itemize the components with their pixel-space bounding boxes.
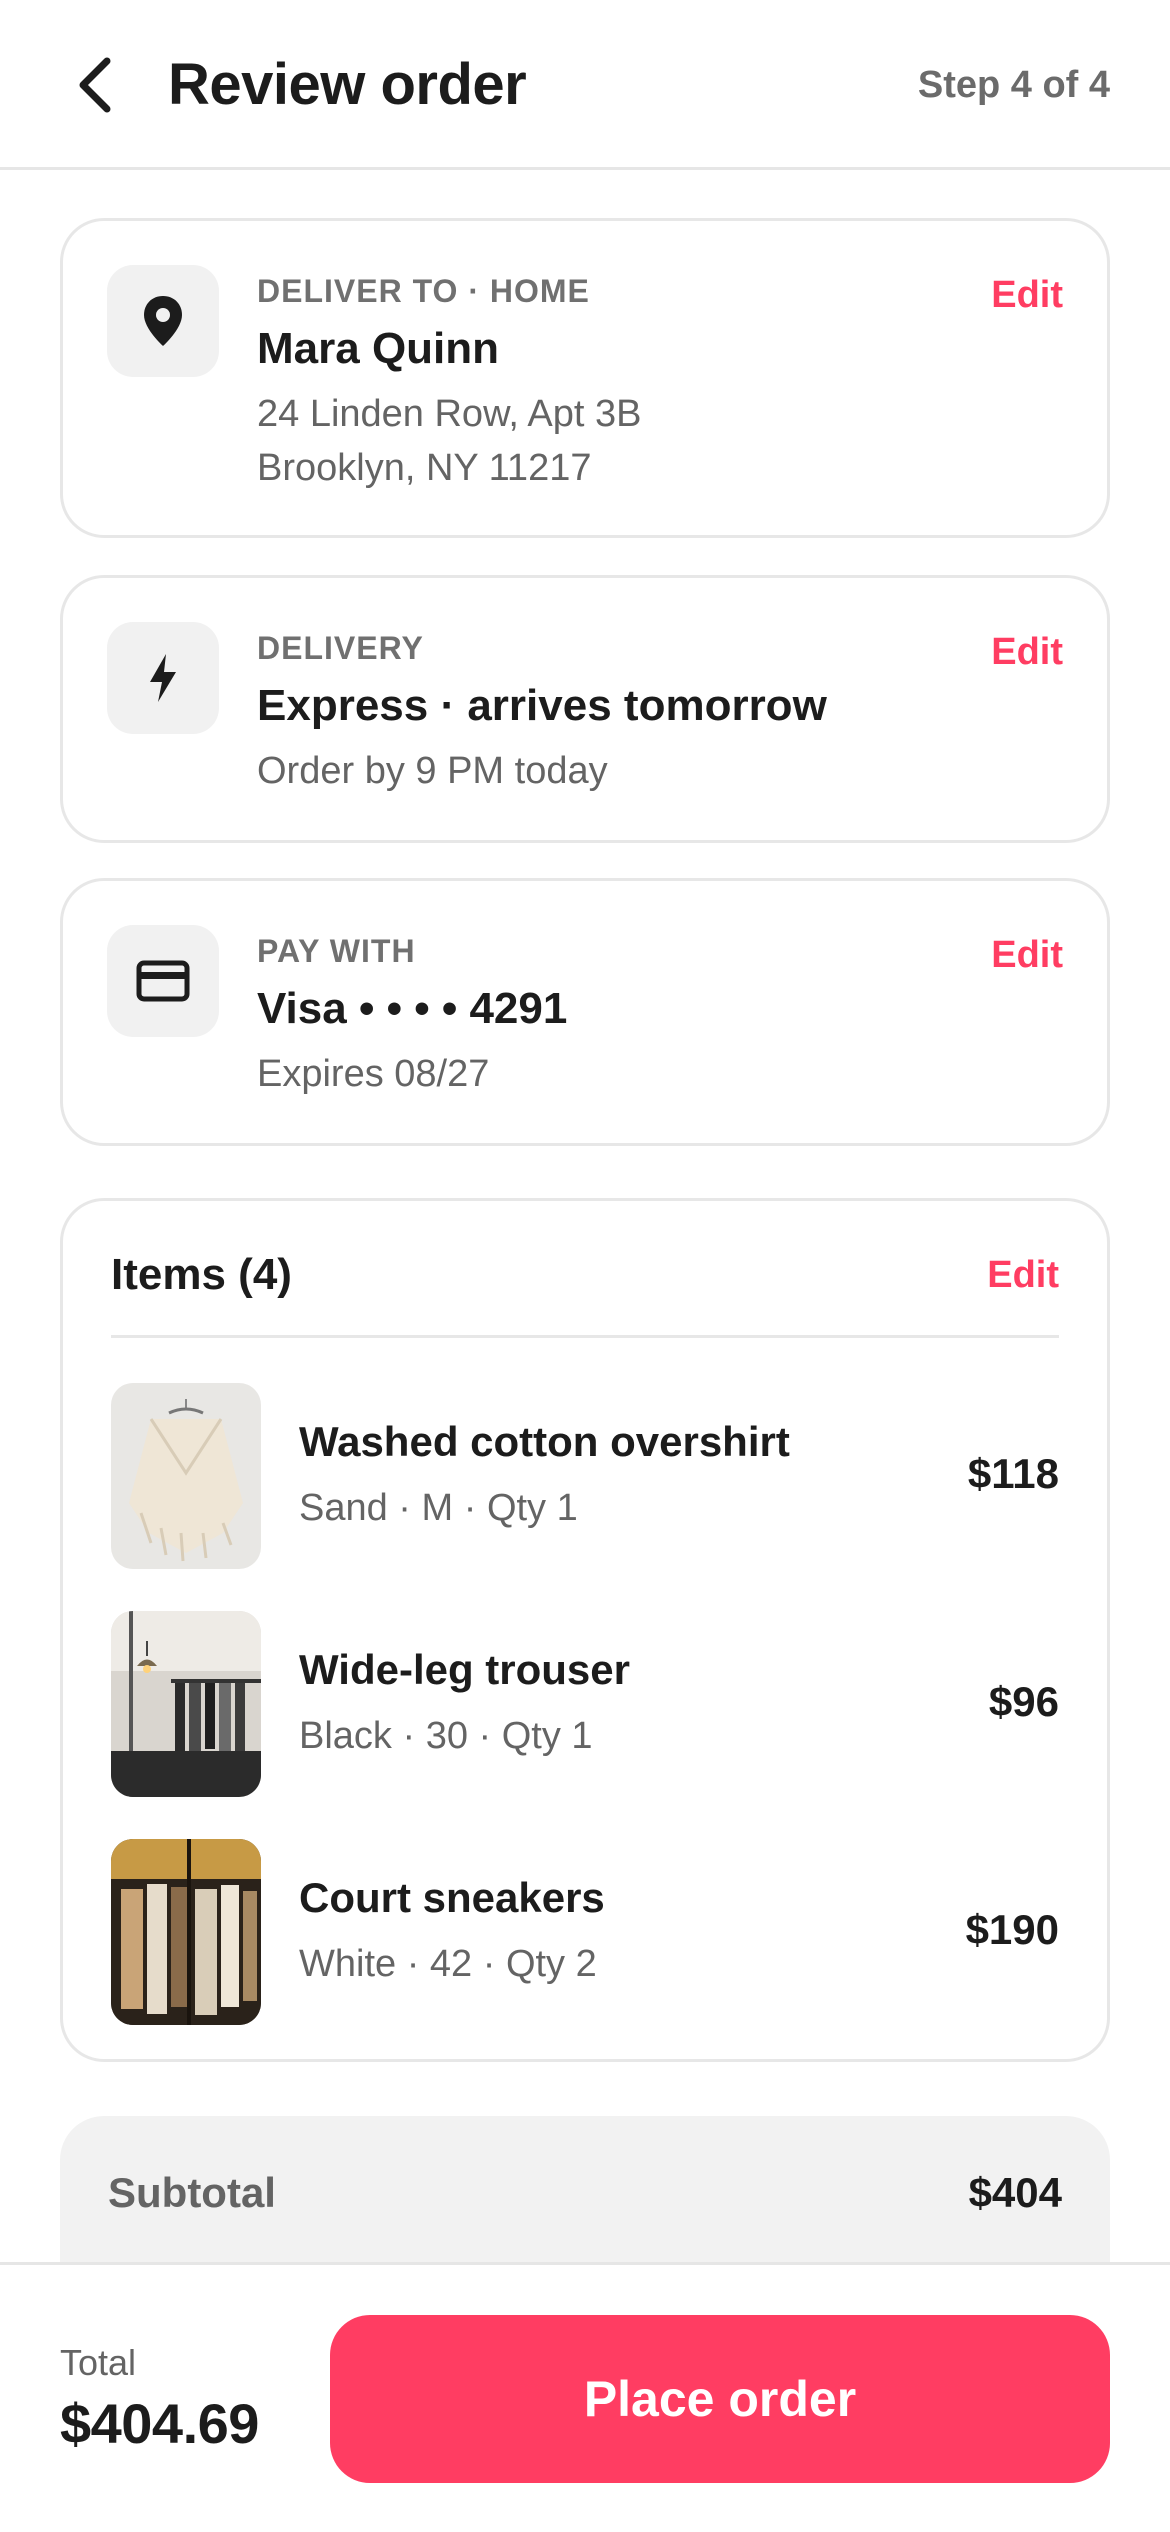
- item-price: $118: [967, 1450, 1059, 1497]
- item-meta: Black · 30 · Qty 1: [299, 1715, 593, 1757]
- payment-icon-box: [107, 925, 219, 1037]
- item-meta: White · 42 · Qty 2: [299, 1943, 597, 1985]
- recipient-name: Mara Quinn: [257, 324, 500, 373]
- items-divider: [111, 1335, 1059, 1338]
- list-item[interactable]: Washed cotton overshirt Sand · M · Qty 1…: [111, 1383, 1059, 1569]
- chevron-left-icon: [79, 57, 111, 113]
- item-name: Wide-leg trouser: [299, 1646, 630, 1693]
- address-label: DELIVER TO · HOME: [257, 273, 590, 309]
- edit-payment-button[interactable]: Edit: [991, 931, 1063, 979]
- item-price: $96: [988, 1678, 1059, 1725]
- payment-method: Visa • • • • 4291: [257, 984, 568, 1033]
- credit-card-icon: [136, 960, 190, 1002]
- edit-items-button[interactable]: Edit: [987, 1251, 1059, 1299]
- item-thumbnail: [111, 1839, 261, 2025]
- delivery-method: Express · arrives tomorrow: [257, 681, 827, 730]
- back-button[interactable]: [60, 50, 130, 120]
- page-title: Review order: [168, 52, 527, 117]
- list-item[interactable]: Court sneakers White · 42 · Qty 2 $190: [111, 1839, 1059, 2025]
- payment-label: PAY WITH: [257, 933, 416, 969]
- edit-address-button[interactable]: Edit: [991, 271, 1063, 319]
- location-pin-icon: [144, 296, 182, 346]
- delivery-address-card: DELIVER TO · HOME Mara Quinn 24 Linden R…: [60, 218, 1110, 538]
- delivery-icon-box: [107, 622, 219, 734]
- place-order-button[interactable]: Place order: [330, 2315, 1110, 2483]
- card-expiry: Expires 08/27: [257, 1053, 490, 1095]
- lightning-icon: [150, 654, 176, 702]
- payment-card: PAY WITH Visa • • • • 4291 Expires 08/27…: [60, 878, 1110, 1146]
- item-thumbnail: [111, 1383, 261, 1569]
- edit-delivery-button[interactable]: Edit: [991, 628, 1063, 676]
- top-bar: Review order Step 4 of 4: [0, 0, 1170, 170]
- delivery-label: DELIVERY: [257, 630, 424, 666]
- address-line-2: Brooklyn, NY 11217: [257, 447, 592, 489]
- items-card: Items (4) Edit Washed cotton overshirt S…: [60, 1198, 1110, 2062]
- item-name: Court sneakers: [299, 1874, 605, 1921]
- checkout-footer: Total $404.69 Place order: [0, 2262, 1170, 2532]
- address-line-1: 24 Linden Row, Apt 3B: [257, 393, 642, 435]
- total-label: Total: [60, 2342, 137, 2383]
- delivery-method-card: DELIVERY Express · arrives tomorrow Orde…: [60, 575, 1110, 843]
- delivery-cutoff: Order by 9 PM today: [257, 750, 608, 792]
- list-item[interactable]: Wide-leg trouser Black · 30 · Qty 1 $96: [111, 1611, 1059, 1797]
- item-thumbnail: [111, 1611, 261, 1797]
- item-meta: Sand · M · Qty 1: [299, 1487, 578, 1529]
- total-value: $404.69: [60, 2392, 259, 2455]
- step-indicator: Step 4 of 4: [917, 64, 1110, 106]
- item-name: Washed cotton overshirt: [299, 1418, 790, 1465]
- items-title: Items (4): [111, 1250, 292, 1299]
- subtotal-label: Subtotal: [108, 2169, 276, 2216]
- item-price: $190: [965, 1906, 1059, 1953]
- subtotal-value: $404: [968, 2169, 1062, 2216]
- address-icon-box: [107, 265, 219, 377]
